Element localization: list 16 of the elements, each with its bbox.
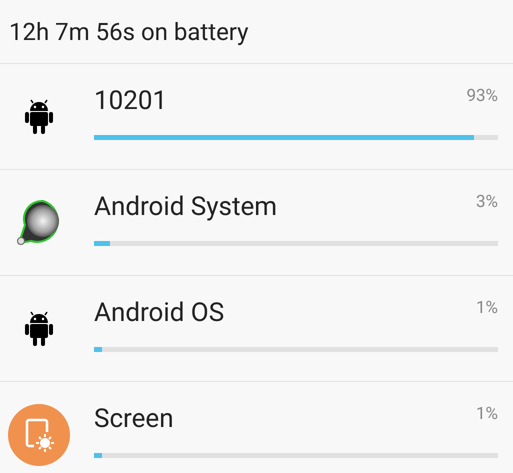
app-name: Android System [94, 191, 278, 224]
android-robot-icon [25, 98, 53, 134]
android-robot-icon [25, 310, 53, 346]
app-name: Android OS [94, 297, 224, 330]
usage-percent: 1% [476, 403, 498, 426]
app-name: Screen [94, 403, 174, 436]
app-name: 10201 [94, 85, 168, 118]
screen-brightness-icon [8, 404, 70, 466]
usage-percent: 1% [476, 297, 498, 320]
app-usage-row[interactable]: 10201 93% [0, 64, 513, 170]
usage-percent: 3% [476, 191, 498, 214]
battery-time-title: 12h 7m 56s on battery [9, 16, 249, 48]
app-usage-row[interactable]: Screen 1% [0, 382, 513, 473]
app-usage-row[interactable]: Android System 3% [0, 170, 513, 276]
app-usage-row[interactable]: Android OS 1% [0, 276, 513, 382]
usage-percent: 93% [466, 85, 498, 108]
